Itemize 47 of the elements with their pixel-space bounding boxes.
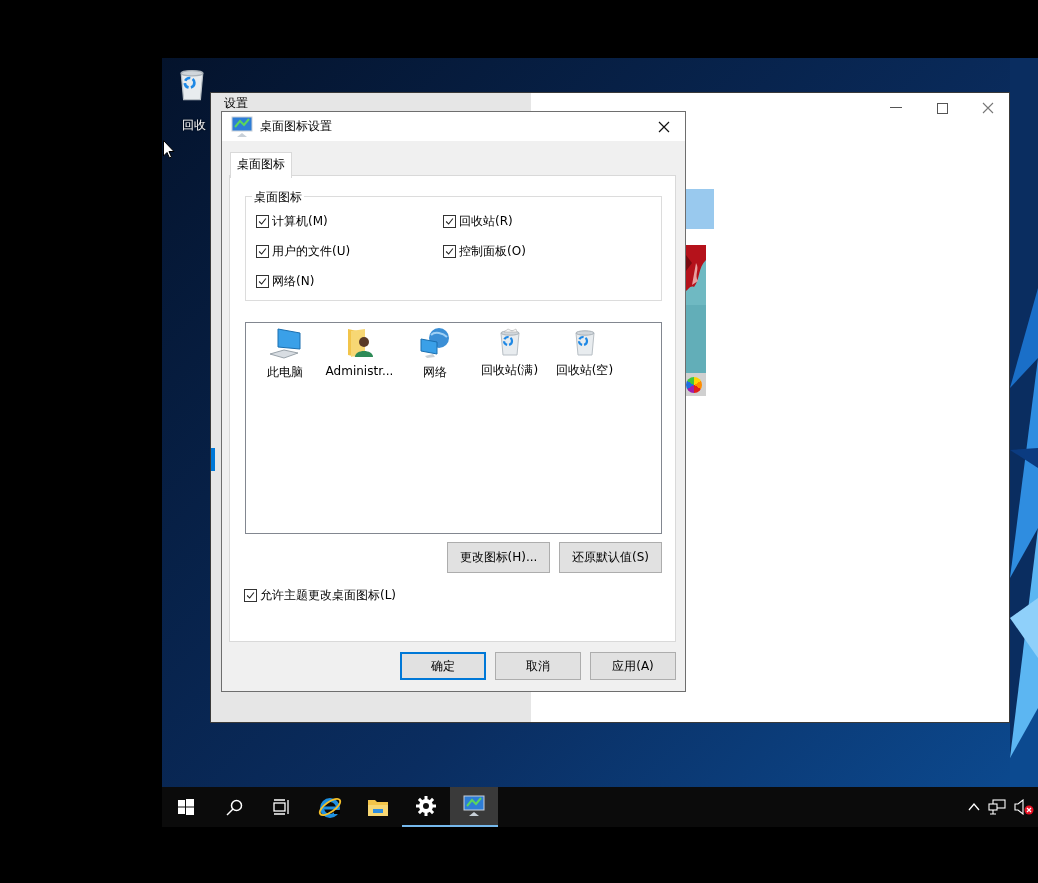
dialog-title: 桌面图标设置 [260, 118, 333, 135]
checkbox[interactable] [256, 274, 269, 288]
window-title: 设置 [224, 96, 248, 110]
checkbox-label[interactable]: 计算机(M) [272, 212, 328, 230]
network-icon[interactable] [988, 799, 1006, 815]
checkbox[interactable] [443, 214, 456, 228]
chevron-up-icon[interactable] [968, 803, 980, 811]
icon-label[interactable]: 回收站(满) [480, 362, 539, 379]
action-button[interactable]: 还原默认值(S) [559, 542, 662, 573]
checkbox[interactable] [443, 244, 456, 258]
task-view-icon [273, 799, 291, 815]
dialog-button[interactable]: 应用(A) [590, 652, 676, 680]
taskbar-button[interactable] [450, 787, 498, 827]
icon-list[interactable]: 此电脑 Administr... 网络 回收站(满) 回收站(空) [245, 322, 662, 534]
icon-label[interactable]: Administr... [325, 364, 394, 378]
action-button[interactable]: 更改图标(H)... [447, 542, 550, 573]
windows-logo-icon [178, 799, 194, 815]
checkbox-label[interactable]: 网络(N) [272, 272, 315, 290]
checkbox-label[interactable]: 用户的文件(U) [272, 242, 351, 260]
checkbox-label[interactable]: 控制面板(O) [459, 242, 526, 260]
settings-icon [416, 796, 436, 816]
monitor-icon [462, 794, 486, 818]
dialog-button[interactable]: 取消 [495, 652, 581, 680]
computer-icon [267, 327, 302, 359]
selection-indicator [211, 448, 215, 471]
minimize-icon[interactable] [890, 107, 902, 109]
checkbox-label[interactable]: 允许主题更改桌面图标(L) [260, 587, 397, 604]
monitor-icon [230, 114, 254, 139]
tab[interactable]: 桌面图标 [230, 152, 292, 178]
checkbox[interactable] [256, 244, 269, 258]
group-title: 桌面图标 [252, 189, 304, 206]
search-icon [225, 798, 243, 816]
checkbox[interactable] [256, 214, 269, 228]
icon-label[interactable]: 网络 [422, 364, 447, 381]
dialog-button[interactable]: 确定 [400, 652, 486, 680]
checkbox[interactable] [244, 589, 257, 602]
volume-icon[interactable] [1014, 799, 1034, 815]
desktop-icon-label[interactable]: 回收 [182, 118, 206, 132]
close-icon[interactable] [658, 120, 670, 133]
folder-icon [367, 797, 389, 817]
maximize-icon[interactable] [936, 102, 948, 114]
network-icon [418, 327, 451, 359]
icon-label[interactable]: 此电脑 [266, 364, 303, 381]
icon-label[interactable]: 回收站(空) [555, 362, 614, 379]
preview-tile [686, 189, 714, 229]
checkbox-label[interactable]: 回收站(R) [459, 212, 513, 230]
cursor-icon [163, 140, 175, 159]
